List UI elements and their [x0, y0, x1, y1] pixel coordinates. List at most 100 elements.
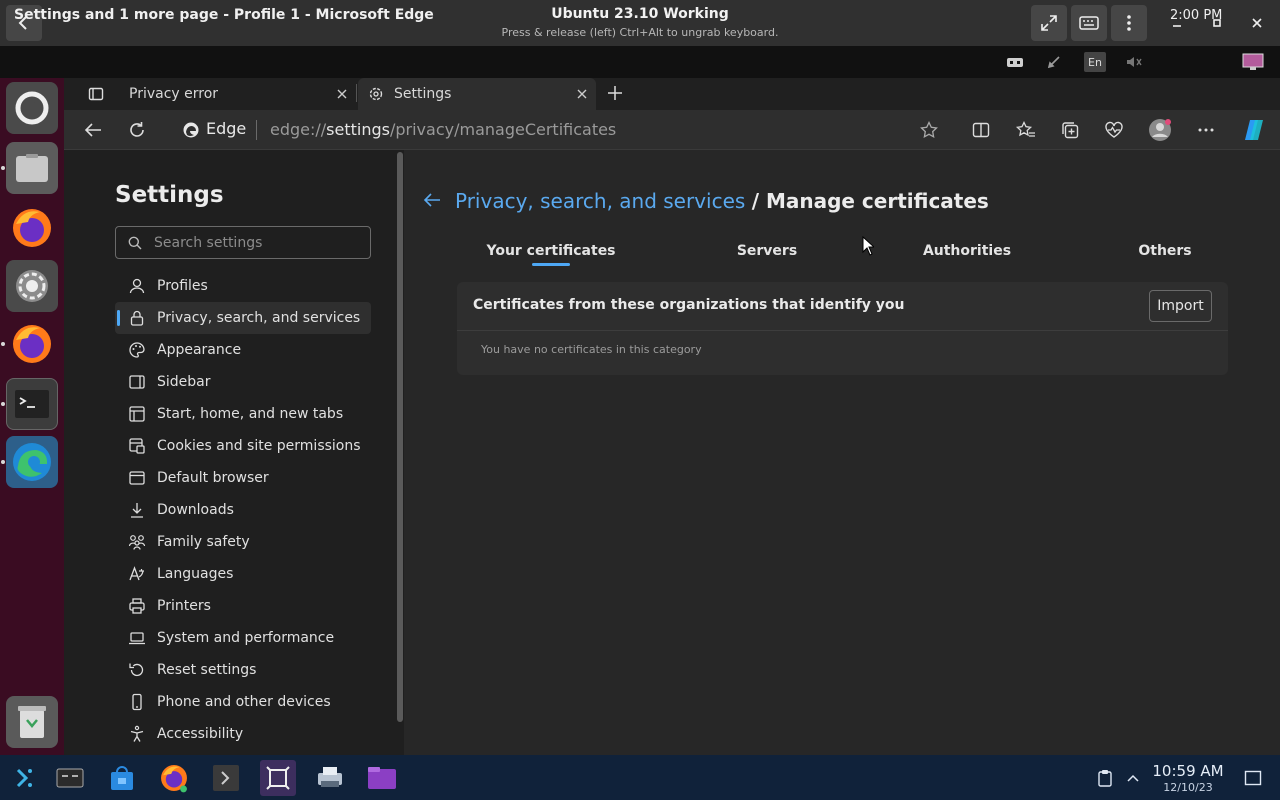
sidebar-item-reset[interactable]: Reset settings [115, 654, 371, 686]
taskbar-files[interactable] [364, 760, 400, 796]
tray-keyboard-layout[interactable]: En [1084, 52, 1106, 72]
dock-settings[interactable] [6, 260, 58, 312]
taskbar-store[interactable] [104, 760, 140, 796]
settings-and-more-button[interactable] [1194, 118, 1218, 142]
vm-fullscreen-button[interactable] [1031, 5, 1067, 41]
taskbar-screenshot-tool[interactable] [260, 760, 296, 796]
dock-terminal[interactable] [6, 378, 58, 430]
copilot-button[interactable] [1240, 116, 1268, 144]
browser-toolbar: Edge edge://settings/privacy/manageCerti… [64, 110, 1280, 150]
monitor-icon [1242, 53, 1264, 70]
address-bar[interactable]: edge://settings/privacy/manageCertificat… [270, 120, 616, 139]
split-screen-button[interactable] [969, 118, 993, 142]
collections-button[interactable] [1058, 118, 1082, 142]
favorites-icon [1016, 121, 1035, 137]
url-host: settings [326, 120, 390, 139]
site-info-button[interactable] [179, 118, 203, 142]
search-settings-box[interactable] [115, 226, 371, 259]
empty-state-message: You have no certificates in this categor… [481, 343, 702, 356]
profile-button[interactable] [1148, 118, 1172, 142]
sidebar-item-privacy[interactable]: Privacy, search, and services [115, 302, 371, 334]
tab-privacy-error[interactable]: Privacy error [116, 78, 354, 110]
taskbar-tray-expand[interactable] [1118, 760, 1148, 796]
sidebar-item-label: System and performance [157, 630, 335, 646]
sidebar-item-label: Reset settings [157, 662, 257, 678]
taskbar-clipboard[interactable] [1088, 760, 1122, 796]
tab-settings[interactable]: Settings [358, 78, 596, 110]
sidebar-item-languages[interactable]: Languages [115, 558, 371, 590]
appearance-icon [127, 340, 147, 360]
tray-network[interactable] [1004, 52, 1026, 72]
taskbar-launcher[interactable] [6, 760, 42, 796]
sidebar-scrollbar[interactable] [397, 152, 403, 722]
sidebar-item-family-safety[interactable]: Family safety [115, 526, 371, 558]
vm-menu-button[interactable] [1111, 5, 1147, 41]
vm-keyboard-button[interactable] [1071, 5, 1107, 41]
import-button[interactable]: Import [1149, 290, 1212, 322]
taskbar-show-desktop[interactable] [1236, 760, 1270, 796]
taskbar-printer-app[interactable] [312, 760, 348, 796]
sidebar-icon [127, 372, 147, 392]
sidebar-item-system[interactable]: System and performance [115, 622, 371, 654]
tab-others[interactable]: Others [1098, 243, 1232, 265]
dock-files[interactable] [6, 142, 58, 194]
tray-display[interactable] [1242, 52, 1264, 72]
tab-servers[interactable]: Servers [700, 243, 834, 265]
tab-actions-button[interactable] [86, 84, 106, 104]
browser-icon [127, 468, 147, 488]
tray-pen[interactable] [1043, 52, 1065, 72]
new-tab-button[interactable] [604, 82, 626, 104]
favorites-button[interactable] [1014, 118, 1038, 142]
plus-icon [608, 86, 622, 100]
search-input[interactable] [154, 234, 354, 251]
close-icon[interactable] [336, 88, 348, 100]
breadcrumb: Privacy, search, and services / Manage c… [455, 189, 989, 213]
breadcrumb-back-button[interactable] [422, 190, 444, 212]
taskbar-clock-date: 12/10/23 [1163, 781, 1213, 794]
sidebar-item-start-home[interactable]: Start, home, and new tabs [115, 398, 371, 430]
dock-trash[interactable] [6, 696, 58, 748]
clipboard-icon [1098, 770, 1112, 787]
gear-icon [369, 87, 383, 101]
panel-clock[interactable]: 2:00 PM [1170, 8, 1222, 23]
pen-icon [1047, 56, 1060, 69]
taskbar-firefox[interactable] [156, 760, 192, 796]
arrow-left-icon [423, 193, 440, 207]
sidebar-item-phone[interactable]: Phone and other devices [115, 686, 371, 718]
star-icon [920, 121, 938, 139]
sidebar-item-default-browser[interactable]: Default browser [115, 462, 371, 494]
sidebar-item-label: Cookies and site permissions [157, 438, 361, 454]
close-icon[interactable] [576, 88, 588, 100]
sidebar-item-accessibility[interactable]: Accessibility [115, 718, 371, 750]
vm-close-button[interactable] [1242, 8, 1272, 38]
tab-authorities[interactable]: Authorities [900, 243, 1034, 265]
taskbar-terminal[interactable] [208, 760, 244, 796]
sidebar-item-appearance[interactable]: Appearance [115, 334, 371, 366]
dock-edge[interactable] [6, 436, 58, 488]
network-icon [1007, 58, 1023, 67]
taskbar-window-switcher[interactable] [52, 760, 88, 796]
active-tab-indicator [532, 263, 570, 266]
sidebar-item-printers[interactable]: Printers [115, 590, 371, 622]
dock-firefox[interactable] [6, 202, 58, 254]
download-icon [127, 500, 147, 520]
favorite-star-button[interactable] [917, 118, 941, 142]
folder-icon [368, 767, 396, 789]
tray-volume[interactable] [1123, 52, 1145, 72]
dock-ubuntu-software[interactable] [6, 82, 58, 134]
dock-firefox-2[interactable] [6, 318, 58, 370]
sidebar-item-sidebar[interactable]: Sidebar [115, 366, 371, 398]
terminal-icon [213, 765, 239, 791]
tab-your-certificates[interactable]: Your certificates [470, 243, 632, 265]
browser-essentials-button[interactable] [1102, 118, 1126, 142]
family-icon [127, 532, 147, 552]
sidebar-item-downloads[interactable]: Downloads [115, 494, 371, 526]
taskbar-clock-time[interactable]: 10:59 AM [1150, 762, 1226, 780]
heart-pulse-icon [1105, 121, 1123, 138]
back-button[interactable] [81, 118, 105, 142]
gear-icon [16, 270, 48, 302]
sidebar-item-cookies[interactable]: Cookies and site permissions [115, 430, 371, 462]
breadcrumb-parent-link[interactable]: Privacy, search, and services [455, 189, 745, 213]
refresh-button[interactable] [125, 118, 149, 142]
sidebar-item-profiles[interactable]: Profiles [115, 270, 371, 302]
